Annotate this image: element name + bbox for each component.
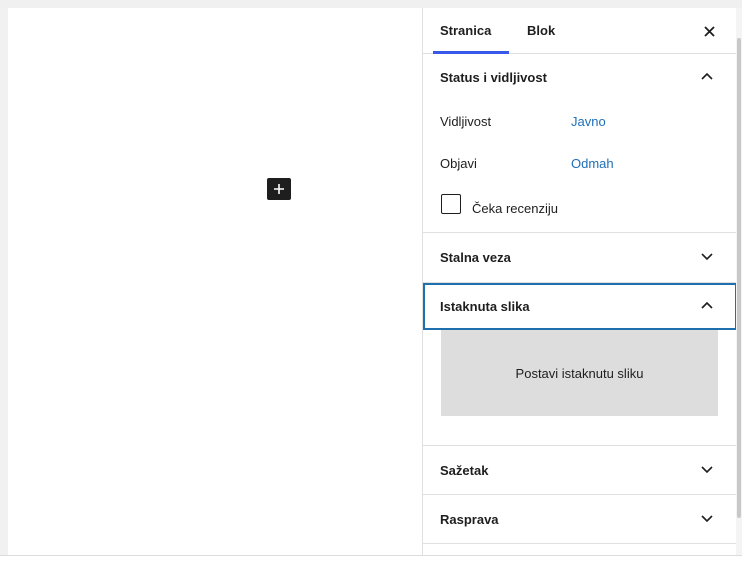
panel-permalink: Stalna veza [423, 233, 737, 283]
editor-canvas[interactable] [8, 8, 422, 555]
pending-review-row: Čeka recenziju [423, 184, 737, 232]
scrollbar-thumb[interactable] [737, 38, 741, 518]
panel-discussion: Rasprava [423, 495, 737, 544]
chevron-down-icon [699, 510, 715, 526]
chevron-up-icon [699, 69, 715, 85]
panel-discussion-toggle[interactable]: Rasprava [423, 495, 737, 543]
chevron-up-icon [699, 298, 715, 314]
publish-label: Objavi [440, 155, 477, 171]
plus-icon [273, 183, 285, 195]
sidebar-scrollbar[interactable] [736, 8, 742, 555]
panel-excerpt-toggle[interactable]: Sažetak [423, 446, 737, 494]
tab-block[interactable]: Blok [527, 8, 555, 53]
settings-sidebar: Stranica Blok Status i vidljivost Vidlji… [422, 8, 737, 555]
top-strip [0, 0, 742, 8]
featured-image-area: Postavi istaknutu sliku [423, 330, 737, 445]
panel-status-visibility-toggle[interactable]: Status i vidljivost [423, 54, 737, 100]
chevron-down-icon [699, 248, 715, 264]
panel-permalink-toggle[interactable]: Stalna veza [423, 233, 737, 282]
tab-block-label: Blok [527, 23, 556, 38]
panel-featured-image: Istaknuta slika Postavi istaknutu sliku [423, 283, 737, 446]
visibility-row: Vidljivost Javno [423, 100, 737, 142]
panel-title: Istaknuta slika [440, 299, 530, 314]
publish-row: Objavi Odmah [423, 142, 737, 184]
editor-window: Stranica Blok Status i vidljivost Vidlji… [0, 0, 742, 575]
tab-page-label: Stranica [440, 23, 492, 38]
set-featured-image-button[interactable]: Postavi istaknutu sliku [441, 330, 718, 416]
block-inserter-button[interactable] [267, 178, 291, 200]
set-featured-image-label: Postavi istaknutu sliku [515, 365, 644, 381]
visibility-label: Vidljivost [440, 113, 492, 129]
editor-footer [0, 555, 742, 575]
panel-title: Rasprava [440, 511, 499, 527]
close-sidebar-button[interactable] [699, 21, 719, 41]
panel-status-visibility: Status i vidljivost Vidljivost Javno Obj… [423, 54, 737, 233]
panel-title: Stalna veza [440, 250, 511, 265]
publish-value-link[interactable]: Odmah [571, 156, 614, 171]
panel-excerpt: Sažetak [423, 446, 737, 495]
tab-page[interactable]: Stranica [433, 8, 509, 54]
sidebar-tabs: Stranica Blok [423, 8, 737, 54]
pending-review-checkbox[interactable] [441, 194, 461, 214]
chevron-down-icon [699, 461, 715, 477]
panel-featured-image-toggle[interactable]: Istaknuta slika [423, 283, 737, 330]
pending-review-label[interactable]: Čeka recenziju [472, 201, 558, 216]
close-icon [703, 25, 715, 37]
panel-title: Status i vidljivost [440, 69, 547, 85]
visibility-value-link[interactable]: Javno [571, 114, 606, 129]
panel-title: Sažetak [440, 462, 489, 478]
